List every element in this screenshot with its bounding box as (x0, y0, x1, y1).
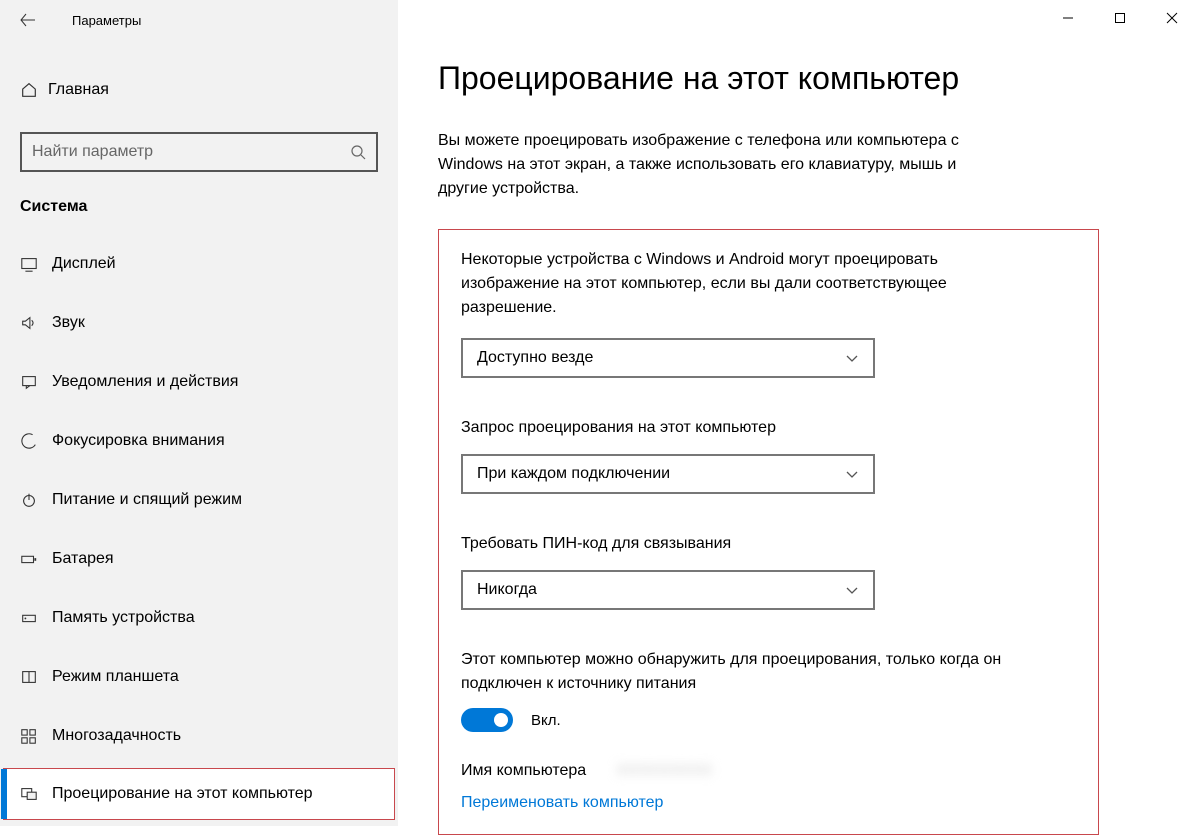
setting-label-pin: Требовать ПИН-код для связывания (461, 532, 1021, 556)
page-title: Проецирование на этот компьютер (438, 60, 1158, 97)
search-field[interactable] (32, 143, 350, 161)
setting-label-discoverable: Этот компьютер можно обнаружить для прое… (461, 648, 1021, 696)
close-button[interactable] (1146, 0, 1198, 36)
sidebar-item-label: Питание и спящий режим (52, 491, 242, 509)
pcname-value: XXXXXXXXX (616, 762, 712, 780)
storage-icon (20, 609, 52, 627)
sidebar-item-label: Звук (52, 314, 85, 332)
sidebar-item-label: Батарея (52, 550, 114, 568)
rename-link[interactable]: Переименовать компьютер (461, 794, 1076, 812)
home-label: Главная (48, 81, 109, 99)
window-title: Параметры (72, 13, 141, 28)
section-header: Система (20, 198, 378, 216)
maximize-icon (1114, 12, 1126, 24)
sidebar-item-battery[interactable]: Батарея (4, 533, 394, 585)
sidebar-item-label: Режим планшета (52, 668, 179, 686)
notifications-icon (20, 373, 52, 391)
projecting-icon (20, 785, 52, 803)
maximize-button[interactable] (1094, 0, 1146, 36)
arrow-left-icon (20, 12, 36, 28)
sidebar-item-power[interactable]: Питание и спящий режим (4, 474, 394, 526)
sidebar-item-label: Многозадачность (52, 727, 181, 745)
close-icon (1166, 12, 1178, 24)
sidebar-item-notifications[interactable]: Уведомления и действия (4, 356, 394, 408)
multitasking-icon (20, 727, 52, 745)
sidebar: Параметры Главная Система Дисплей Звук (0, 0, 398, 826)
sidebar-item-projecting[interactable]: Проецирование на этот компьютер (3, 768, 395, 820)
chevron-down-icon (845, 351, 859, 365)
minimize-icon (1062, 12, 1074, 24)
main-content: Проецирование на этот компьютер Вы может… (398, 0, 1198, 826)
toggle-knob (494, 713, 508, 727)
nav-list: Дисплей Звук Уведомления и действия Фоку… (0, 234, 398, 822)
power-icon (20, 491, 52, 509)
tablet-icon (20, 668, 52, 686)
window-controls (1042, 0, 1198, 36)
search-input[interactable] (20, 132, 378, 172)
intro-text: Вы можете проецировать изображение с тел… (438, 129, 1008, 201)
setting-label-ask: Запрос проецирования на этот компьютер (461, 416, 1021, 440)
titlebar: Параметры (0, 0, 398, 40)
sidebar-item-label: Дисплей (52, 255, 116, 273)
sidebar-item-focus[interactable]: Фокусировка внимания (4, 415, 394, 467)
sidebar-item-label: Проецирование на этот компьютер (52, 785, 313, 803)
dropdown-pin[interactable]: Никогда (461, 570, 875, 610)
pcname-label: Имя компьютера (461, 762, 586, 780)
minimize-button[interactable] (1042, 0, 1094, 36)
home-button[interactable]: Главная (0, 64, 398, 116)
sidebar-item-label: Уведомления и действия (52, 373, 238, 391)
battery-icon (20, 550, 52, 568)
focus-assist-icon (20, 432, 52, 450)
sidebar-item-tablet[interactable]: Режим планшета (4, 651, 394, 703)
sidebar-item-sound[interactable]: Звук (4, 297, 394, 349)
sidebar-item-label: Фокусировка внимания (52, 432, 225, 450)
back-button[interactable] (8, 0, 48, 40)
sound-icon (20, 314, 52, 332)
display-icon (20, 255, 52, 273)
settings-block: Некоторые устройства с Windows и Android… (438, 229, 1099, 835)
dropdown-availability[interactable]: Доступно везде (461, 338, 875, 378)
home-icon (20, 81, 48, 99)
sidebar-item-display[interactable]: Дисплей (4, 238, 394, 290)
sidebar-item-storage[interactable]: Память устройства (4, 592, 394, 644)
toggle-discoverable[interactable] (461, 708, 513, 732)
dropdown-value: При каждом подключении (477, 465, 670, 483)
toggle-state-label: Вкл. (531, 712, 561, 729)
sidebar-item-label: Память устройства (52, 609, 195, 627)
sidebar-item-multitasking[interactable]: Многозадачность (4, 710, 394, 762)
dropdown-value: Доступно везде (477, 349, 593, 367)
search-icon (350, 144, 366, 160)
setting-label-availability: Некоторые устройства с Windows и Android… (461, 248, 1021, 320)
dropdown-ask[interactable]: При каждом подключении (461, 454, 875, 494)
chevron-down-icon (845, 467, 859, 481)
chevron-down-icon (845, 583, 859, 597)
dropdown-value: Никогда (477, 581, 537, 599)
